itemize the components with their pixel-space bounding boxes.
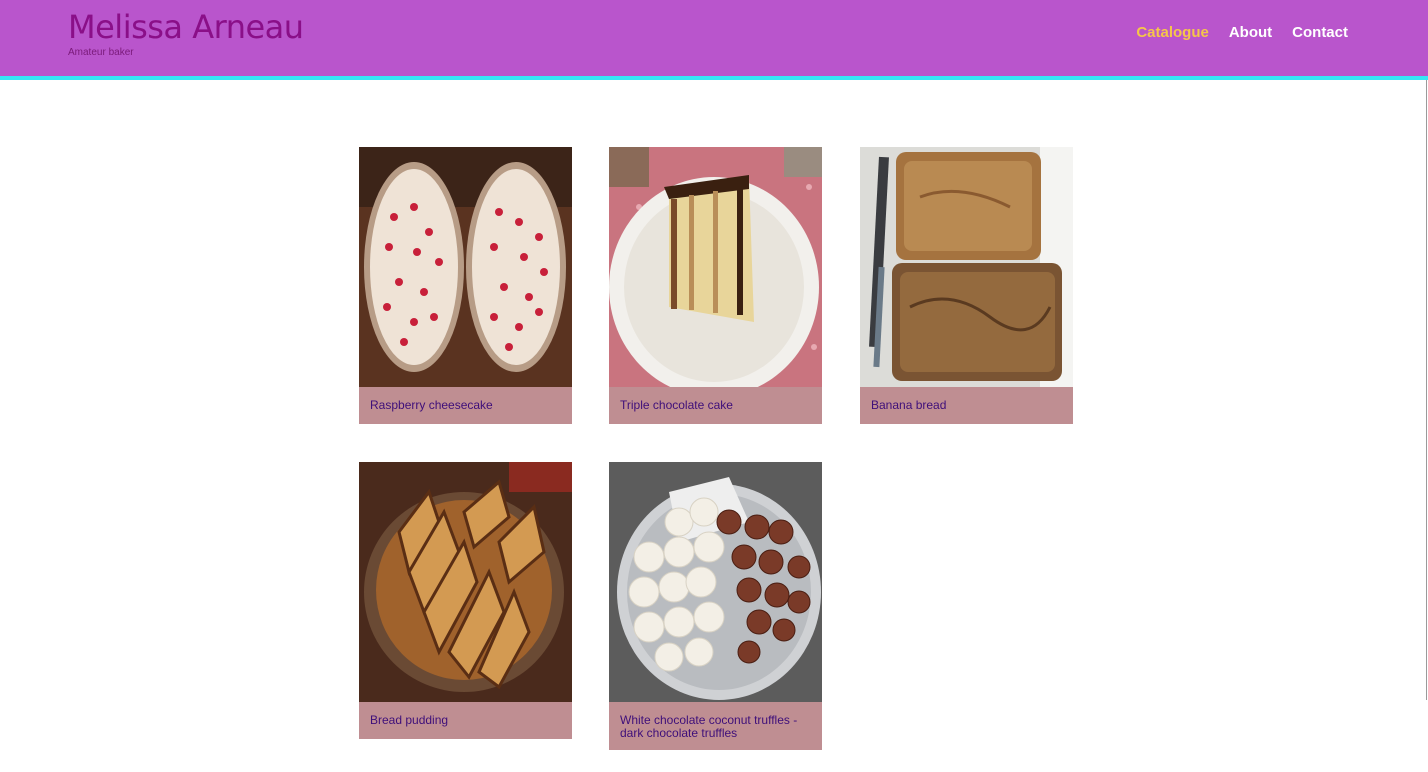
site-subtitle: Amateur baker — [68, 47, 134, 58]
site-header: Melissa Arneau Amateur baker Catalogue A… — [0, 0, 1428, 80]
card-caption: Raspberry cheesecake — [359, 387, 572, 424]
chocolate-cake-photo — [609, 147, 822, 387]
catalogue-card-raspberry-cheesecake[interactable]: Raspberry cheesecake — [359, 147, 572, 424]
truffles-photo — [609, 462, 822, 702]
nav-item-about[interactable]: About — [1229, 24, 1272, 41]
catalogue-card-truffles[interactable]: White chocolate coconut truffles - dark … — [609, 462, 822, 750]
card-caption: White chocolate coconut truffles - dark … — [609, 702, 822, 750]
site-title[interactable]: Melissa Arneau — [68, 8, 304, 46]
card-caption: Triple chocolate cake — [609, 387, 822, 424]
main-nav: Catalogue About Contact — [1136, 24, 1348, 41]
banana-bread-photo — [860, 147, 1073, 387]
bread-pudding-photo — [359, 462, 572, 702]
catalogue-card-bread-pudding[interactable]: Bread pudding — [359, 462, 572, 739]
page-edge-divider — [1426, 80, 1427, 700]
cheesecake-photo — [359, 147, 572, 387]
catalogue-card-banana-bread[interactable]: Banana bread — [860, 147, 1073, 424]
card-caption: Bread pudding — [359, 702, 572, 739]
nav-item-catalogue[interactable]: Catalogue — [1136, 24, 1209, 41]
card-caption: Banana bread — [860, 387, 1073, 424]
nav-item-contact[interactable]: Contact — [1292, 24, 1348, 41]
catalogue-card-triple-chocolate-cake[interactable]: Triple chocolate cake — [609, 147, 822, 424]
